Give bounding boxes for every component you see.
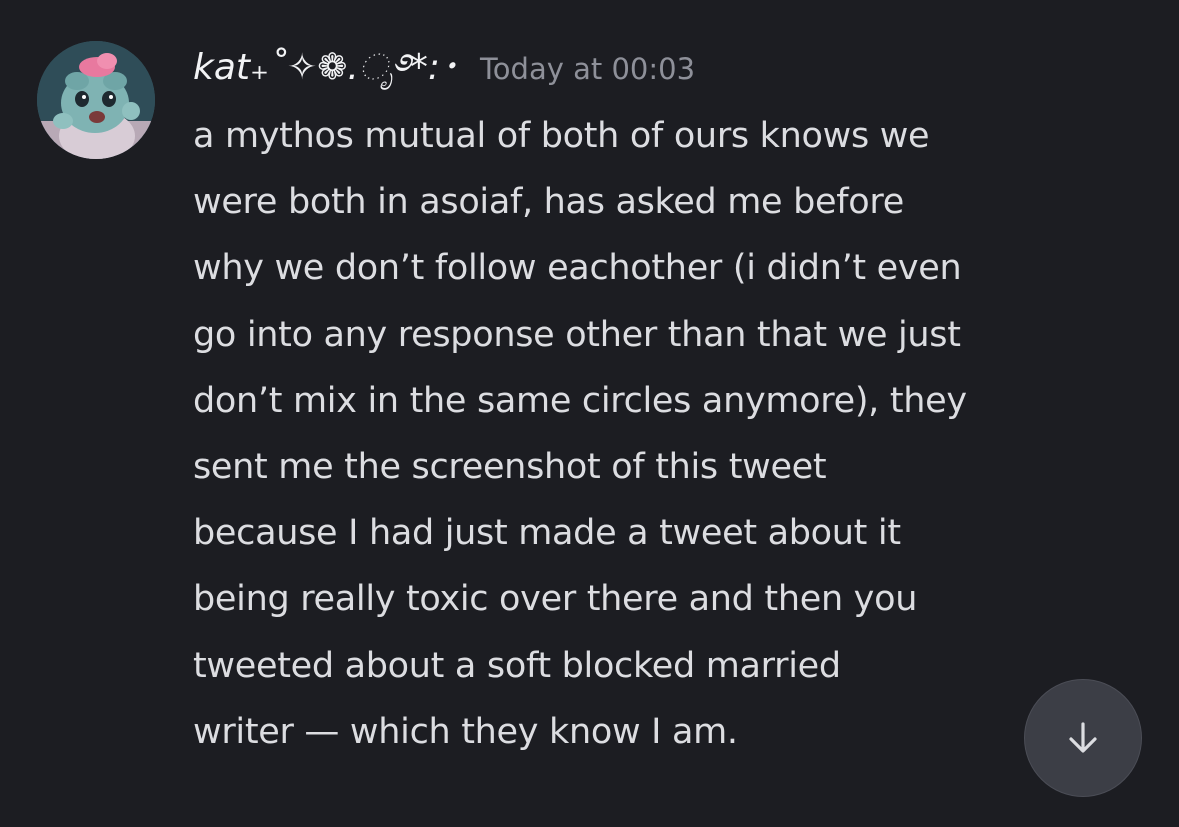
message-content: a mythos mutual of both of ours knows we… [193,103,1153,765]
message-line: why we don’t follow eachother (i didn’t … [193,248,962,289]
arrow-down-icon [1069,722,1097,753]
message-line: tweeted about a soft blocked married [193,645,841,686]
message-line: don’t mix in the same circles anymore), … [193,380,967,421]
chat-message: kat₊˚✧❁.ೃ࿔*:･ Today at 00:03 a mythos mut… [0,0,1179,827]
message-line: because I had just made a tweet about it [193,513,901,554]
message-line: writer — which they know I am. [193,711,738,752]
chat-screen: kat₊˚✧❁.ೃ࿔*:･ Today at 00:03 a mythos mut… [0,0,1179,827]
avatar-image [37,41,155,159]
username[interactable]: kat₊˚✧❁.ೃ࿔*:･ [193,42,458,94]
message-line: were both in asoiaf, has asked me before [193,182,904,223]
message-line: go into any response other than that we … [193,314,961,355]
timestamp: Today at 00:03 [480,52,696,86]
message-line: sent me the screenshot of this tweet [193,447,827,488]
message-line: a mythos mutual of both of ours knows we [193,116,930,156]
message-header: kat₊˚✧❁.ೃ࿔*:･ Today at 00:03 [193,42,695,102]
jump-to-present-button[interactable] [1024,679,1142,797]
message-line: being really toxic over there and then y… [193,579,918,620]
avatar[interactable] [37,41,155,159]
